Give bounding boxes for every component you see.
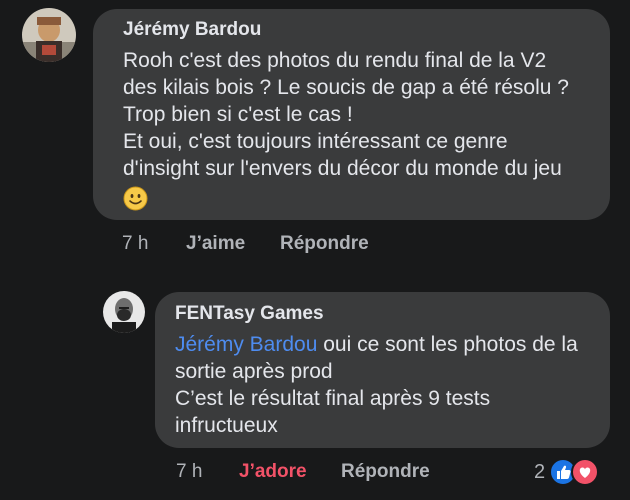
reply-author[interactable]: FENTasy Games bbox=[175, 302, 610, 326]
comment-bubble: Jérémy Bardou Rooh c'est des photos du r… bbox=[93, 9, 610, 220]
like-button[interactable]: J’aime bbox=[186, 233, 245, 255]
comment-actions: 7 h J’aime Répondre bbox=[0, 233, 630, 257]
mention-link[interactable]: Jérémy Bardou bbox=[175, 333, 317, 356]
reply-line: C’est le résultat final après 9 tests bbox=[175, 387, 491, 410]
comment-text: Rooh c'est des photos du rendu final de … bbox=[123, 47, 610, 211]
avatar-fentasy[interactable] bbox=[103, 291, 145, 333]
reply-text: Jérémy Bardou oui ce sont les photos de … bbox=[175, 331, 610, 439]
smiling-face-emoji-icon bbox=[123, 186, 148, 211]
comment-timestamp[interactable]: 7 h bbox=[122, 233, 148, 255]
reply-timestamp[interactable]: 7 h bbox=[176, 461, 202, 483]
reply-line-rest: oui ce sont les photos de la bbox=[317, 333, 578, 356]
comment-line: d'insight sur l'envers du décor du monde… bbox=[123, 157, 562, 180]
reply-line: infructueux bbox=[175, 414, 278, 437]
comment-author[interactable]: Jérémy Bardou bbox=[123, 18, 610, 42]
reply-bubble: FENTasy Games Jérémy Bardou oui ce sont … bbox=[155, 292, 610, 448]
reply-button[interactable]: Répondre bbox=[280, 233, 369, 255]
love-reaction-button[interactable]: J’adore bbox=[239, 461, 307, 483]
reply-line: sortie après prod bbox=[175, 360, 333, 383]
love-icon bbox=[571, 458, 600, 486]
avatar-jeremy[interactable] bbox=[22, 8, 76, 62]
comment-line: Et oui, c'est toujours intéressant ce ge… bbox=[123, 130, 508, 153]
comment-line: Rooh c'est des photos du rendu final de … bbox=[123, 49, 547, 72]
reaction-summary[interactable]: 2 bbox=[534, 458, 600, 486]
reply-line: Jérémy Bardou oui ce sont les photos de … bbox=[175, 331, 610, 358]
reaction-count: 2 bbox=[534, 460, 546, 483]
reply-button[interactable]: Répondre bbox=[341, 461, 430, 483]
comment-line: Trop bien si c'est le cas ! bbox=[123, 103, 353, 126]
comment-line: des kilais bois ? Le soucis de gap a été… bbox=[123, 76, 569, 99]
